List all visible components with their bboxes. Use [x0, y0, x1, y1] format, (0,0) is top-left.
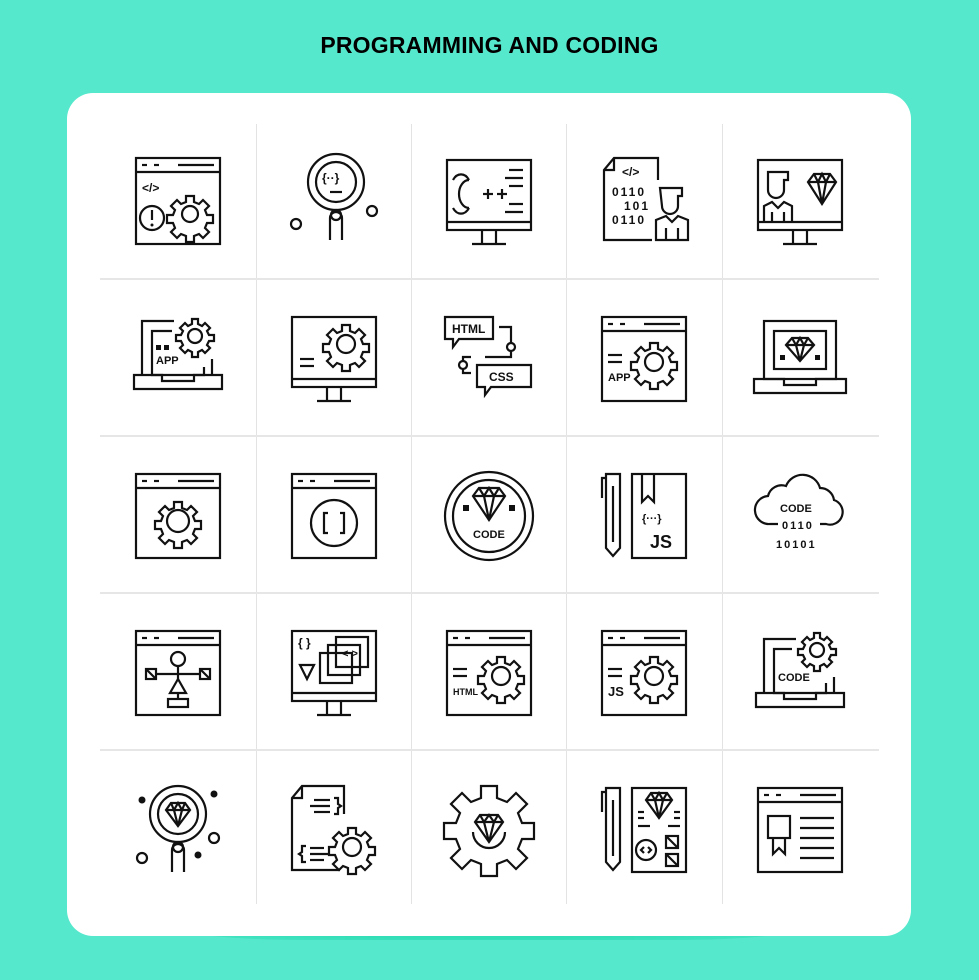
icon-label: 10101	[776, 539, 817, 551]
monitor-cpp-icon: C++	[445, 158, 533, 246]
icon-laptop-app-settings: APP	[100, 281, 256, 437]
icon-monitor-settings	[256, 281, 412, 437]
document-developer-icon: </> 0110 101 0110	[602, 156, 690, 242]
browser-html-gear-icon: HTML	[445, 629, 533, 717]
icon-web-html-settings: HTML	[411, 595, 567, 751]
icon-web-award-article	[722, 752, 878, 908]
browser-js-gear-icon: JS	[600, 629, 688, 717]
monitor-developer-diamond-icon	[756, 158, 844, 246]
icon-label: JS	[650, 532, 672, 552]
laptop-code-gear-icon: CODE	[754, 631, 846, 709]
icon-web-code-settings-alert: </>	[100, 124, 256, 280]
icon-label: HTML	[452, 322, 485, 336]
icon-label: {···}	[642, 513, 662, 525]
icon-label: 0110	[612, 213, 646, 227]
document-gear-icon	[290, 784, 377, 876]
icon-label: HTML	[453, 687, 478, 697]
icon-cloud-code-binary: CODE 0110 10101	[722, 438, 878, 594]
icon-label: CSS	[489, 370, 514, 384]
icon-label: {··}	[322, 171, 340, 185]
icon-label: </>	[622, 165, 639, 179]
icon-magnifier-diamond	[100, 752, 256, 908]
cloud-code-icon: CODE 0110 10101	[753, 473, 844, 551]
icon-web-app-settings: APP	[566, 281, 722, 437]
code-badge-icon: CODE	[443, 470, 535, 562]
icon-web-js-settings: JS	[566, 595, 722, 751]
icon-laptop-diamond	[722, 281, 878, 437]
icon-label: 101	[624, 199, 650, 213]
icon-monitor-developer-diamond	[722, 124, 878, 280]
icon-laptop-code-settings: CODE	[722, 595, 878, 751]
icon-web-brackets: [ ]	[256, 438, 412, 594]
icon-label: CODE	[780, 503, 812, 515]
gear-diamond-icon	[442, 784, 536, 878]
icon-gear-diamond	[411, 752, 567, 908]
magnifier-code-icon: {··}	[289, 152, 379, 240]
pencil-design-icon	[600, 786, 688, 874]
browser-flowchart-icon	[134, 629, 222, 717]
icon-label: CODE	[473, 529, 505, 541]
icon-pencil-design-sheet	[566, 752, 722, 908]
icon-pencil-js-book: {···} JS	[566, 438, 722, 594]
icon-label: APP	[608, 372, 631, 384]
magnifier-diamond-icon	[135, 784, 221, 872]
browser-award-icon	[756, 786, 844, 874]
browser-gear-icon	[134, 472, 222, 560]
icon-label: 0110	[782, 520, 814, 532]
icon-monitor-cpp: C++	[411, 124, 567, 280]
icon-grid: </> {··} C++ </> 0110	[100, 124, 879, 904]
icon-code-diamond-badge: CODE	[411, 438, 567, 594]
icon-label: < >	[342, 648, 358, 660]
laptop-app-gear-icon: APP	[132, 317, 224, 391]
icon-label: { }	[298, 636, 311, 650]
browser-app-gear-icon: APP	[600, 315, 688, 403]
browser-brackets-icon: [ ]	[290, 472, 378, 560]
page-title: PROGRAMMING AND CODING	[320, 32, 659, 58]
pencil-js-icon: {···} JS	[600, 472, 688, 560]
icon-binary-document-developer: </> 0110 101 0110	[566, 124, 722, 280]
monitor-gear-icon	[290, 315, 378, 403]
icon-label: JS	[608, 684, 624, 699]
monitor-layers-icon: { } < >	[290, 629, 378, 717]
browser-gear-alert-icon: </>	[134, 156, 222, 246]
icon-label: APP	[156, 355, 179, 367]
icon-web-settings	[100, 438, 256, 594]
icon-magnifier-code: {··}	[256, 124, 412, 280]
icon-document-code-settings	[256, 752, 412, 908]
laptop-diamond-icon	[752, 319, 848, 395]
icon-monitor-code-layers: { } < >	[256, 595, 412, 751]
icon-label: CODE	[778, 672, 810, 684]
icon-label: </>	[142, 181, 159, 195]
icon-html-css-chat: HTML CSS	[411, 281, 567, 437]
icon-label: 0110	[612, 185, 646, 199]
html-css-bubbles-icon: HTML CSS	[443, 315, 533, 399]
icon-web-flowchart	[100, 595, 256, 751]
